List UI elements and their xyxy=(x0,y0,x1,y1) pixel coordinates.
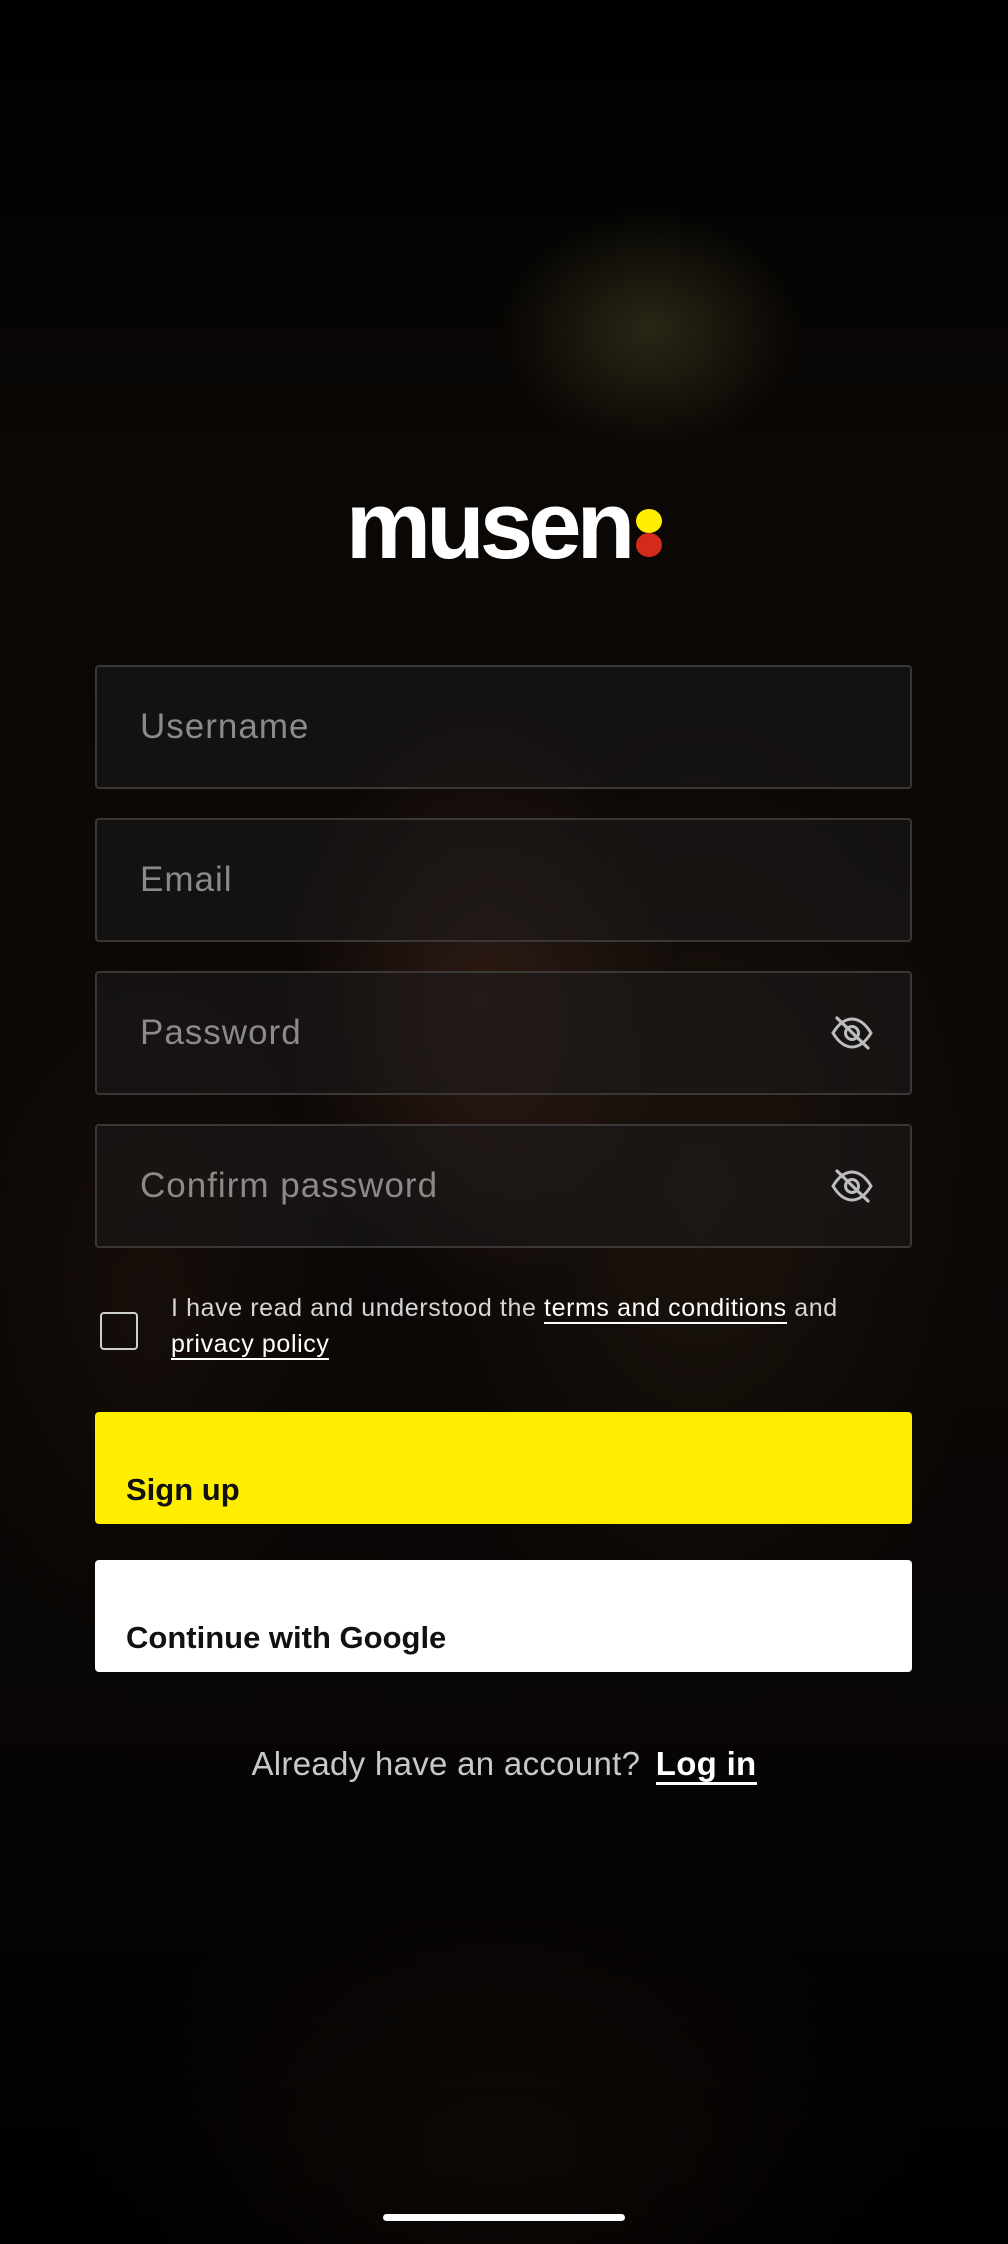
email-input[interactable] xyxy=(97,820,910,940)
privacy-policy-link[interactable]: privacy policy xyxy=(171,1330,330,1360)
eye-off-icon xyxy=(831,1169,873,1203)
logo-wordmark: musen xyxy=(345,472,635,579)
log-in-link[interactable]: Log in xyxy=(655,1745,757,1785)
background-image xyxy=(0,0,1008,2244)
eye-off-icon xyxy=(831,1016,873,1050)
terms-middle: and xyxy=(786,1294,838,1322)
confirm-password-input[interactable] xyxy=(97,1126,822,1246)
password-input[interactable] xyxy=(97,973,822,1093)
password-visibility-toggle[interactable] xyxy=(822,1003,882,1063)
login-prompt: Already have an account? Log in xyxy=(0,1745,1008,1785)
home-indicator[interactable] xyxy=(383,2214,625,2221)
terms-agreement: I have read and understood the terms and… xyxy=(100,1290,912,1362)
login-prompt-text: Already have an account? xyxy=(251,1745,641,1782)
logo-dots-icon xyxy=(636,509,663,557)
email-field xyxy=(95,818,912,942)
username-field xyxy=(95,665,912,789)
terms-checkbox[interactable] xyxy=(100,1312,138,1350)
confirm-password-visibility-toggle[interactable] xyxy=(822,1156,882,1216)
terms-text: I have read and understood the terms and… xyxy=(171,1290,838,1362)
password-field xyxy=(95,971,912,1095)
username-input[interactable] xyxy=(97,667,910,787)
terms-prefix: I have read and understood the xyxy=(171,1294,545,1322)
logo-dot-yellow xyxy=(636,509,663,533)
logo-dot-red xyxy=(636,533,663,557)
continue-with-google-button[interactable]: Continue with Google xyxy=(95,1560,912,1672)
confirm-password-field xyxy=(95,1124,912,1248)
terms-and-conditions-link[interactable]: terms and conditions xyxy=(544,1294,787,1324)
signup-screen: musen I ha xyxy=(0,0,1008,2244)
sign-up-button[interactable]: Sign up xyxy=(95,1412,912,1524)
app-logo: musen xyxy=(0,478,1008,574)
